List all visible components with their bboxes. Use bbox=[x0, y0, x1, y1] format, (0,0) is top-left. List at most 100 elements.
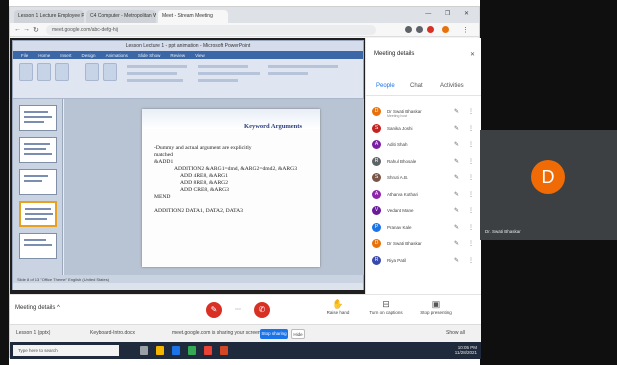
participant-row[interactable]: S Shruti A.B. ✎ ⋮ bbox=[372, 170, 480, 187]
ribbon-option[interactable] bbox=[127, 65, 187, 68]
participant-row[interactable]: D Dr Swati Bhaskar ✎ ⋮ bbox=[372, 236, 480, 253]
tab-people[interactable]: People bbox=[376, 83, 395, 89]
slide-thumbnail[interactable] bbox=[19, 233, 57, 259]
mic-icon[interactable]: ✎ bbox=[454, 240, 459, 247]
ribbon-option[interactable] bbox=[198, 72, 260, 75]
ppt-notes-area[interactable] bbox=[13, 283, 363, 290]
browser-tab[interactable]: C4 Computer - Metropolitan Wp bbox=[86, 10, 156, 23]
meet-controls: Meeting details ^ ✎ ⋯ ✆ ✋ Raise hand ⊟ T… bbox=[10, 294, 481, 324]
participant-row[interactable]: R Riya Patil ✎ ⋮ bbox=[372, 253, 480, 270]
more-icon[interactable]: ⋮ bbox=[468, 257, 474, 264]
meeting-details-button[interactable]: Meeting details ^ bbox=[15, 305, 60, 311]
ribbon-button[interactable] bbox=[103, 63, 117, 81]
edge-icon[interactable] bbox=[172, 346, 180, 355]
slide-thumbnail[interactable] bbox=[19, 169, 57, 195]
more-icon[interactable]: ⋮ bbox=[468, 174, 474, 181]
ppt-menu-item[interactable]: Animations bbox=[106, 53, 128, 58]
slide-thumbnail[interactable] bbox=[19, 137, 57, 163]
more-options-icon[interactable]: ⋯ bbox=[235, 306, 241, 313]
ppt-menu-item[interactable]: Slide Show bbox=[138, 53, 161, 58]
ppt-menu-item[interactable]: Design bbox=[82, 53, 96, 58]
ribbon-option[interactable] bbox=[127, 72, 177, 75]
ribbon-option[interactable] bbox=[127, 79, 183, 82]
mic-off-button[interactable]: ✎ bbox=[206, 302, 222, 318]
chrome-icon[interactable] bbox=[204, 346, 212, 355]
participant-row[interactable]: A Aditi Shah ✎ ⋮ bbox=[372, 137, 480, 154]
hide-button[interactable]: Hide bbox=[291, 329, 305, 339]
browser-tab-active[interactable]: Meet - Stream Meeting bbox=[158, 10, 228, 23]
ribbon-option[interactable] bbox=[198, 65, 248, 68]
mic-icon[interactable]: ✎ bbox=[454, 191, 459, 198]
task-view-icon[interactable] bbox=[140, 346, 148, 355]
more-icon[interactable]: ⋮ bbox=[468, 158, 474, 165]
extension-icon[interactable] bbox=[416, 26, 423, 33]
panel-tabs: People Chat Activities bbox=[366, 80, 481, 96]
show-all-link[interactable]: Show all bbox=[446, 330, 465, 336]
extension-icon[interactable] bbox=[405, 26, 412, 33]
file-explorer-icon[interactable] bbox=[156, 346, 164, 355]
forward-icon[interactable]: → bbox=[23, 26, 30, 33]
participant-row[interactable]: V Vedant Mane ✎ ⋮ bbox=[372, 203, 480, 220]
window-controls[interactable]: — ❐ ✕ bbox=[425, 10, 475, 17]
taskbar-search[interactable]: Type here to search bbox=[13, 345, 119, 356]
leave-call-button[interactable]: ✆ bbox=[254, 302, 270, 318]
browser-tab[interactable]: Lesson 1 Lecture Employee Prac bbox=[14, 10, 84, 23]
more-icon[interactable]: ⋮ bbox=[468, 240, 474, 247]
powerpoint-icon[interactable] bbox=[220, 346, 228, 355]
raise-hand-button[interactable]: ✋ Raise hand bbox=[320, 299, 356, 315]
mic-icon[interactable]: ✎ bbox=[454, 257, 459, 264]
mic-icon[interactable]: ✎ bbox=[454, 125, 459, 132]
ribbon-button[interactable] bbox=[85, 63, 99, 81]
ppt-menu-item[interactable]: Insert bbox=[60, 53, 71, 58]
url-field[interactable]: meet.google.com/abc-defg-hij bbox=[46, 25, 376, 35]
slide-thumbnail[interactable] bbox=[19, 105, 57, 131]
captions-button[interactable]: ⊟ Turn on captions bbox=[368, 299, 404, 315]
more-icon[interactable]: ⋮ bbox=[468, 191, 474, 198]
ppt-menu-item[interactable]: Review bbox=[170, 53, 185, 58]
doc-chip[interactable]: Keyboard-Intro.docx bbox=[90, 330, 135, 336]
store-icon[interactable] bbox=[188, 346, 196, 355]
ppt-menu-item[interactable]: File bbox=[21, 53, 28, 58]
more-icon[interactable]: ⋮ bbox=[468, 108, 474, 115]
close-icon[interactable]: ✕ bbox=[470, 51, 475, 58]
slide-line: matched bbox=[154, 152, 173, 158]
more-icon[interactable]: ⋮ bbox=[468, 224, 474, 231]
ppt-menu-item[interactable]: View bbox=[195, 53, 205, 58]
taskbar-clock[interactable]: 10:05 PM 11/28/2021 bbox=[455, 345, 477, 355]
participant-row[interactable]: P Pranav Kale ✎ ⋮ bbox=[372, 220, 480, 237]
reload-icon[interactable]: ↻ bbox=[33, 26, 39, 34]
ribbon-button[interactable] bbox=[19, 63, 33, 81]
file-chip[interactable]: Lesson 1 (pptx) bbox=[16, 330, 50, 336]
ribbon-button[interactable] bbox=[55, 63, 69, 81]
slide-line: -Dummy and actual argument are explicitl… bbox=[154, 145, 252, 151]
ribbon-option[interactable] bbox=[268, 65, 338, 68]
participant-row[interactable]: S Sanika Joshi ✎ ⋮ bbox=[372, 121, 480, 138]
participant-row[interactable]: D Dr Swati Bhaskar Meeting host ✎ ⋮ bbox=[372, 104, 480, 121]
ppt-menu-item[interactable]: Home bbox=[38, 53, 50, 58]
avatar-icon[interactable] bbox=[442, 26, 449, 33]
participant-row[interactable]: R Rahul Bhosale ✎ ⋮ bbox=[372, 154, 480, 171]
menu-icon[interactable]: ⋮ bbox=[462, 26, 469, 34]
profile-icon[interactable] bbox=[427, 26, 434, 33]
mic-icon[interactable]: ✎ bbox=[454, 207, 459, 214]
mic-icon[interactable]: ✎ bbox=[454, 158, 459, 165]
tab-activities[interactable]: Activities bbox=[440, 83, 464, 89]
stop-sharing-button[interactable]: Stop sharing bbox=[260, 329, 288, 339]
mic-icon[interactable]: ✎ bbox=[454, 141, 459, 148]
more-icon[interactable]: ⋮ bbox=[468, 207, 474, 214]
ribbon-option[interactable] bbox=[198, 79, 238, 82]
more-icon[interactable]: ⋮ bbox=[468, 125, 474, 132]
more-icon[interactable]: ⋮ bbox=[468, 141, 474, 148]
participant-tile[interactable]: D Dr. Swati Bhaskar bbox=[480, 130, 617, 240]
participant-row[interactable]: A Atharva Kothari ✎ ⋮ bbox=[372, 187, 480, 204]
mic-icon[interactable]: ✎ bbox=[454, 108, 459, 115]
mic-icon[interactable]: ✎ bbox=[454, 174, 459, 181]
mic-icon[interactable]: ✎ bbox=[454, 224, 459, 231]
slide-thumbnail-active[interactable] bbox=[19, 201, 57, 227]
tab-chat[interactable]: Chat bbox=[410, 83, 423, 89]
participant-name: Riya Patil bbox=[387, 257, 407, 263]
ribbon-button[interactable] bbox=[37, 63, 51, 81]
back-icon[interactable]: ← bbox=[14, 26, 21, 33]
ribbon-option[interactable] bbox=[268, 72, 308, 75]
present-button[interactable]: ▣ Stop presenting bbox=[418, 299, 454, 315]
